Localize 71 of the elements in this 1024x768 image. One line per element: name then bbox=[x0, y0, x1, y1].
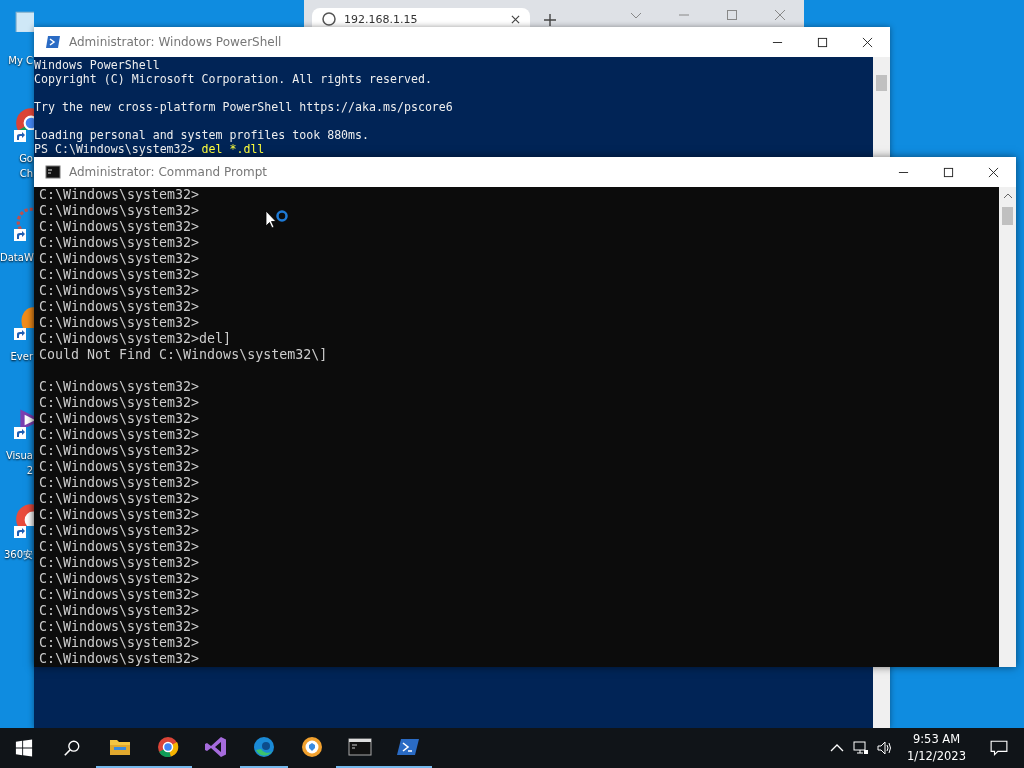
console-line: C:\Windows\system32> bbox=[39, 635, 200, 651]
terminal-icon bbox=[348, 735, 372, 759]
console-line: Loading personal and system profiles took 880ms. bbox=[34, 128, 370, 142]
console-prompt: PS C:\Windows\system32> bbox=[34, 142, 196, 156]
busy-cursor-icon bbox=[265, 210, 289, 230]
round-logo-icon bbox=[156, 735, 180, 759]
powershell-icon bbox=[45, 34, 61, 50]
console-line: C:\Windows\system32> bbox=[39, 603, 200, 619]
console-line: C:\Windows\system32> bbox=[39, 507, 200, 523]
close-icon[interactable] bbox=[862, 36, 873, 48]
desktop-icon-label[interactable]: 360安 bbox=[0, 547, 33, 562]
globe-icon bbox=[322, 12, 336, 26]
desktop-icon-label[interactable]: DataW bbox=[0, 250, 33, 265]
console-line: C:\Windows\system32> bbox=[39, 651, 200, 667]
scrollbar[interactable] bbox=[873, 57, 890, 157]
console-line: C:\Windows\system32> bbox=[39, 283, 200, 299]
maximize-icon[interactable] bbox=[817, 36, 828, 48]
console-line: C:\Windows\system32> bbox=[39, 267, 200, 283]
console-line: C:\Windows\system32> bbox=[39, 539, 200, 555]
console-line: Could Not Find C:\Windows\system32\] bbox=[39, 347, 328, 363]
desktop-icon-label[interactable]: Ever bbox=[0, 349, 33, 364]
console-line: C:\Windows\system32> bbox=[39, 443, 200, 459]
console-line: C:\Windows\system32> bbox=[39, 459, 200, 475]
console-line: C:\Windows\system32> bbox=[39, 587, 200, 603]
console-line: C:\Windows\system32> bbox=[39, 379, 200, 395]
scrollbar-thumb[interactable] bbox=[876, 75, 887, 91]
console-line: C:\Windows\system32> bbox=[39, 219, 200, 235]
console-line: C:\Windows\system32> bbox=[39, 203, 200, 219]
desktop-icon-label[interactable]: Visua 2 bbox=[0, 448, 33, 478]
console-line: C:\Windows\system32> bbox=[39, 491, 200, 507]
scrollbar-thumb[interactable] bbox=[1002, 207, 1013, 225]
windows-start-icon[interactable] bbox=[15, 739, 33, 757]
console-line: C:\Windows\system32> bbox=[39, 251, 200, 267]
scroll-up-icon[interactable] bbox=[1002, 192, 1013, 200]
console-line: C:\Windows\system32> bbox=[39, 315, 200, 331]
notifications-icon[interactable] bbox=[990, 739, 1008, 757]
console-line: C:\Windows\system32>del] bbox=[39, 331, 232, 347]
console-line: C:\Windows\system32> bbox=[39, 235, 200, 251]
volume-icon[interactable] bbox=[877, 740, 894, 756]
console-command: del *.dll bbox=[201, 142, 265, 156]
console-line: C:\Windows\system32> bbox=[39, 427, 200, 443]
browser-tab[interactable]: 192.168.1.15 bbox=[312, 8, 530, 30]
close-icon[interactable] bbox=[988, 166, 999, 178]
window-title: Administrator: Command Prompt bbox=[69, 165, 267, 179]
scrollbar[interactable] bbox=[999, 187, 1016, 667]
network-icon[interactable] bbox=[853, 740, 870, 756]
console-line: C:\Windows\system32> bbox=[39, 619, 200, 635]
console-line: C:\Windows\system32> bbox=[39, 475, 200, 491]
window-title: Administrator: Windows PowerShell bbox=[69, 35, 282, 49]
maximize-icon[interactable] bbox=[943, 166, 954, 178]
close-icon[interactable] bbox=[511, 14, 520, 24]
console-line: Copyright (C) Microsoft Corporation. All rights reserved. bbox=[34, 72, 432, 86]
desktop-icon-label[interactable]: Go Ch bbox=[0, 151, 33, 181]
console-line: C:\Windows\system32> bbox=[39, 411, 200, 427]
console-line: C:\Windows\system32> bbox=[39, 299, 200, 315]
console-line: C:\Windows\system32> bbox=[39, 523, 200, 539]
console-line: C:\Windows\system32> bbox=[39, 187, 200, 203]
round-logo-icon bbox=[300, 735, 324, 759]
console-line: C:\Windows\system32> bbox=[39, 555, 200, 571]
console-line: C:\Windows\system32> bbox=[39, 395, 200, 411]
scrollbar-track[interactable] bbox=[873, 667, 890, 728]
console-line: Windows PowerShell bbox=[34, 58, 160, 72]
new-tab-icon[interactable] bbox=[544, 14, 556, 26]
terminal-icon bbox=[45, 164, 61, 180]
desktop-icon-label[interactable]: My C bbox=[0, 53, 33, 68]
round-logo-icon bbox=[252, 735, 276, 759]
infinity-logo-icon bbox=[204, 735, 228, 759]
console-line: C:\Windows\system32> bbox=[39, 571, 200, 587]
console-line: Try the new cross-platform PowerShell https://aka.ms/pscore6 bbox=[34, 100, 453, 114]
clock-button[interactable]: 9:53 AM 1/12/2023 bbox=[901, 731, 972, 765]
search-icon[interactable] bbox=[63, 739, 81, 757]
